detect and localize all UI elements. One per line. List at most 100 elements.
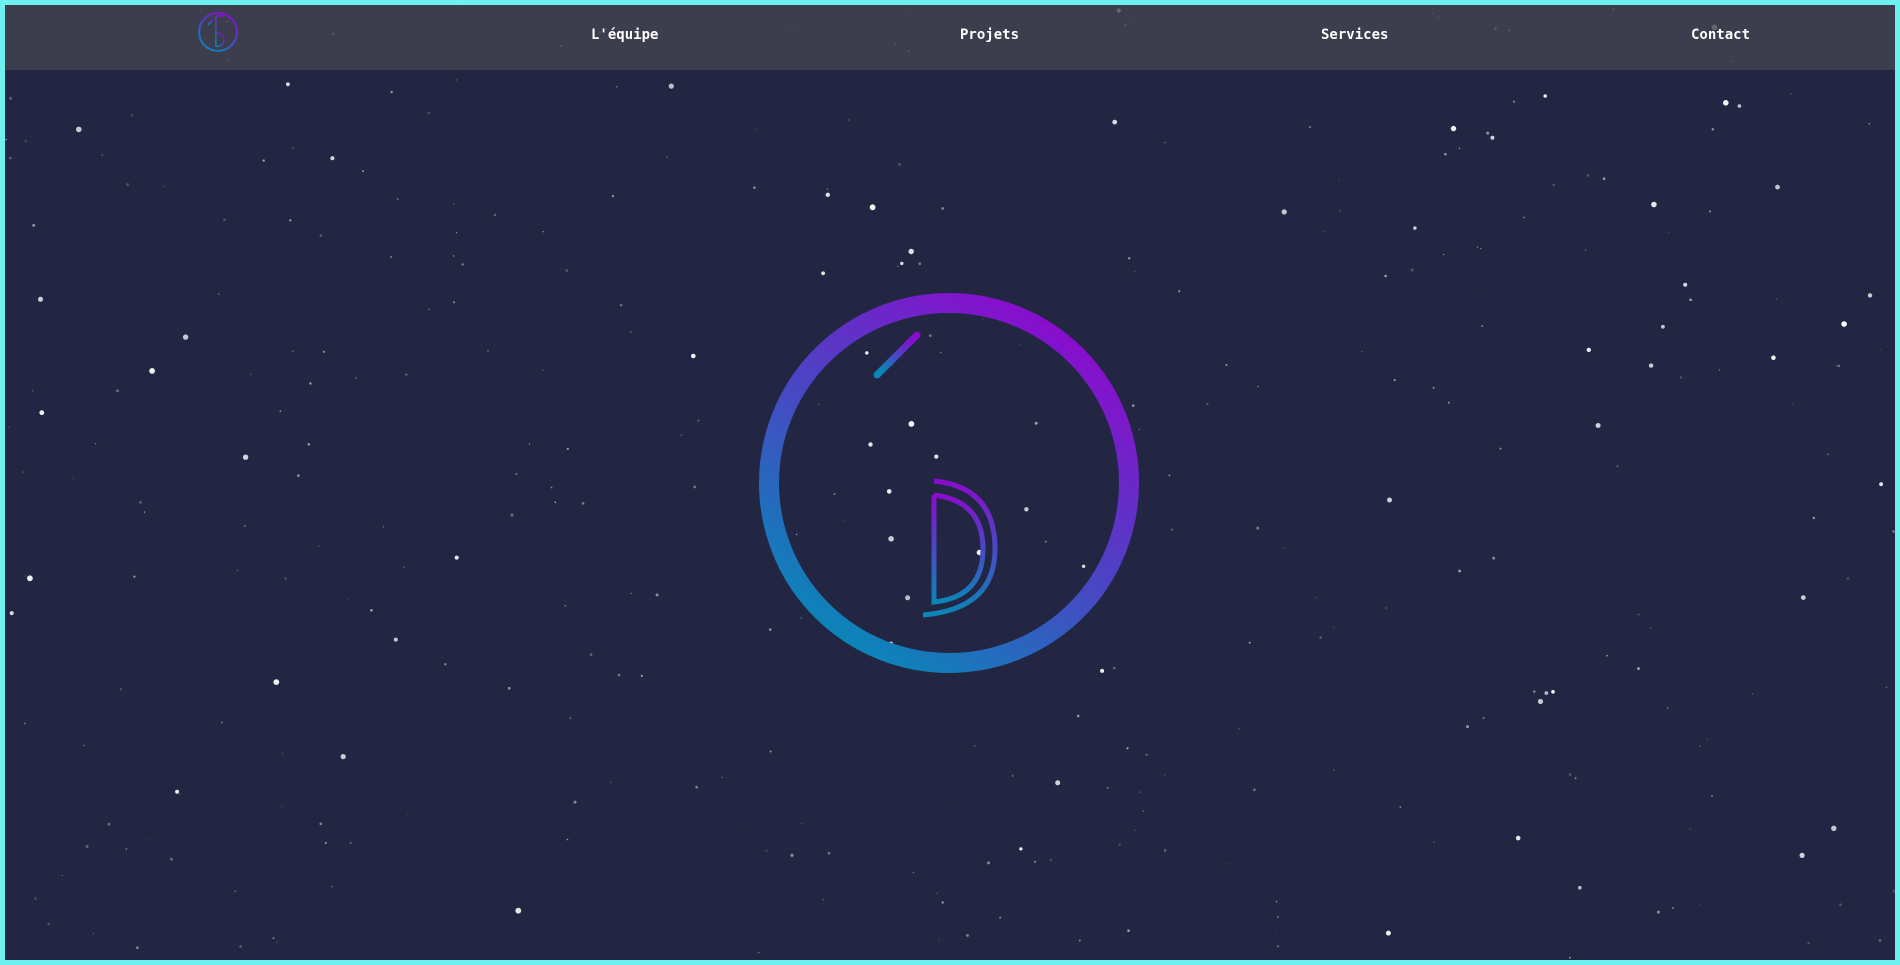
star xyxy=(242,454,249,460)
star xyxy=(244,525,246,527)
star xyxy=(912,872,914,874)
star xyxy=(1885,686,1888,689)
star xyxy=(1661,324,1665,329)
star xyxy=(139,501,142,504)
star xyxy=(130,114,134,117)
star xyxy=(362,170,364,173)
star xyxy=(1138,791,1141,793)
star xyxy=(1544,691,1549,695)
star xyxy=(47,922,51,926)
star xyxy=(943,802,945,804)
star xyxy=(1333,769,1335,771)
star xyxy=(938,939,940,941)
star xyxy=(95,443,97,445)
star xyxy=(1481,325,1484,327)
star xyxy=(941,207,944,210)
star xyxy=(1775,184,1780,190)
star xyxy=(1112,119,1118,125)
star xyxy=(1569,956,1571,959)
star xyxy=(1723,100,1729,106)
star xyxy=(1711,794,1713,797)
star xyxy=(1648,363,1654,368)
star xyxy=(1490,135,1495,140)
star xyxy=(1537,698,1544,705)
star xyxy=(24,575,26,577)
star xyxy=(330,156,335,161)
star xyxy=(164,185,165,187)
star xyxy=(755,128,757,131)
star xyxy=(542,231,544,233)
star xyxy=(680,434,683,437)
star xyxy=(1275,931,1277,933)
star xyxy=(1771,355,1776,361)
star xyxy=(1689,298,1692,302)
hero-logo-icon xyxy=(759,293,1139,673)
star xyxy=(291,350,294,353)
star xyxy=(61,875,63,877)
logo-icon[interactable] xyxy=(197,11,239,53)
star xyxy=(455,79,457,81)
star xyxy=(370,609,373,612)
star xyxy=(461,263,464,266)
nav-link-contact[interactable]: Contact xyxy=(1691,27,1750,43)
star xyxy=(941,901,944,904)
star xyxy=(800,823,803,825)
star xyxy=(93,932,94,934)
star xyxy=(655,593,659,597)
star xyxy=(1792,403,1794,405)
star xyxy=(1578,885,1582,890)
star xyxy=(620,304,623,307)
star xyxy=(1164,774,1166,776)
star xyxy=(1846,577,1850,580)
star xyxy=(347,599,348,601)
star xyxy=(1649,627,1652,629)
star xyxy=(1385,930,1391,936)
star xyxy=(83,744,85,747)
star xyxy=(515,472,518,476)
star xyxy=(397,198,399,200)
star xyxy=(1827,453,1829,456)
star xyxy=(1142,810,1145,812)
star xyxy=(119,688,123,691)
star xyxy=(908,248,914,255)
nav-link-team[interactable]: L'équipe xyxy=(591,27,658,43)
star xyxy=(1170,528,1174,531)
star xyxy=(236,569,239,572)
top-navbar: L'équipe Projets Services Contact xyxy=(5,5,1895,70)
star xyxy=(1718,369,1721,371)
star xyxy=(1447,401,1450,404)
star xyxy=(1752,693,1753,695)
star xyxy=(1878,939,1882,942)
star xyxy=(573,800,577,804)
star xyxy=(1281,209,1287,215)
star xyxy=(1574,777,1577,780)
star xyxy=(149,368,156,374)
star xyxy=(1442,253,1445,256)
star xyxy=(617,673,621,677)
star xyxy=(1126,747,1129,750)
star xyxy=(1387,497,1392,503)
star xyxy=(319,822,323,826)
star xyxy=(640,674,643,678)
star xyxy=(1206,403,1209,405)
star xyxy=(515,907,522,914)
star xyxy=(453,301,456,304)
star xyxy=(9,611,14,616)
star xyxy=(276,941,278,943)
star xyxy=(581,502,585,505)
star xyxy=(273,679,280,685)
star xyxy=(935,892,938,895)
star xyxy=(1319,636,1322,639)
star xyxy=(1839,903,1842,907)
star xyxy=(1466,725,1469,729)
star xyxy=(753,186,756,189)
star xyxy=(1076,714,1080,718)
star xyxy=(76,126,82,133)
nav-link-services[interactable]: Services xyxy=(1321,27,1388,43)
nav-link-projects[interactable]: Projets xyxy=(960,27,1019,43)
star xyxy=(220,721,223,724)
star xyxy=(1656,910,1660,914)
star xyxy=(1276,945,1280,948)
star xyxy=(918,262,922,266)
star xyxy=(1276,915,1280,919)
